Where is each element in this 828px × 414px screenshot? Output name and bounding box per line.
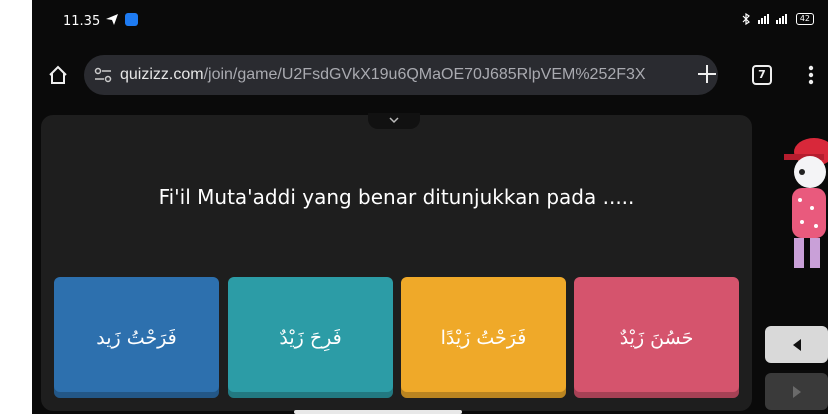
answer-option-4[interactable]: حَسُنَ زَيْدٌ <box>574 277 739 398</box>
url-text: quizizz.com/join/game/U2FsdGVkX19u6QMaOE… <box>120 66 646 84</box>
site-settings-icon[interactable] <box>94 67 112 83</box>
battery-icon: 42 <box>795 13 814 25</box>
home-icon[interactable] <box>48 65 68 85</box>
system-icons: 42 <box>742 13 814 25</box>
overflow-menu-icon[interactable] <box>808 65 814 85</box>
chevron-down-icon <box>389 117 399 124</box>
player-avatar <box>784 138 828 268</box>
new-tab-plus-icon[interactable] <box>696 63 718 85</box>
gesture-bar <box>294 410 462 414</box>
answer-option-1[interactable]: فَرَحْتُ زَيد <box>54 277 219 398</box>
tabs-icon[interactable]: 7 <box>752 65 772 85</box>
right-arrow-icon <box>792 385 801 398</box>
signal-icon <box>757 14 787 24</box>
answer-option-3[interactable]: فَرَحْتُ زَيْدًا <box>401 277 566 398</box>
telegram-send-icon <box>106 14 118 25</box>
question-text: Fi'il Muta'addi yang benar ditunjukkan p… <box>158 185 635 209</box>
status-bar: 11.35 42 <box>32 0 828 46</box>
phone-screen: 11.35 42 quizizz.com/join/game/U2FsdGVkX… <box>32 0 828 414</box>
url-host: quizizz.com <box>120 66 204 83</box>
answer-option-2[interactable]: فَرِحَ زَيْدٌ <box>228 277 393 398</box>
next-button[interactable] <box>765 373 828 410</box>
bluetooth-icon <box>742 13 750 25</box>
app-notification-icon <box>125 13 138 26</box>
collapse-toggle[interactable] <box>368 113 420 129</box>
previous-button[interactable] <box>765 326 828 363</box>
url-bar[interactable]: quizizz.com/join/game/U2FsdGVkX19u6QMaOE… <box>84 55 718 95</box>
question-card: Fi'il Muta'addi yang benar ditunjukkan p… <box>41 115 752 411</box>
browser-toolbar: quizizz.com/join/game/U2FsdGVkX19u6QMaOE… <box>32 46 828 104</box>
url-path: /join/game/U2FsdGVkX19u6QMaOE70J685RlpVE… <box>203 66 646 83</box>
status-time: 11.35 <box>63 14 101 29</box>
left-arrow-icon <box>792 338 801 351</box>
